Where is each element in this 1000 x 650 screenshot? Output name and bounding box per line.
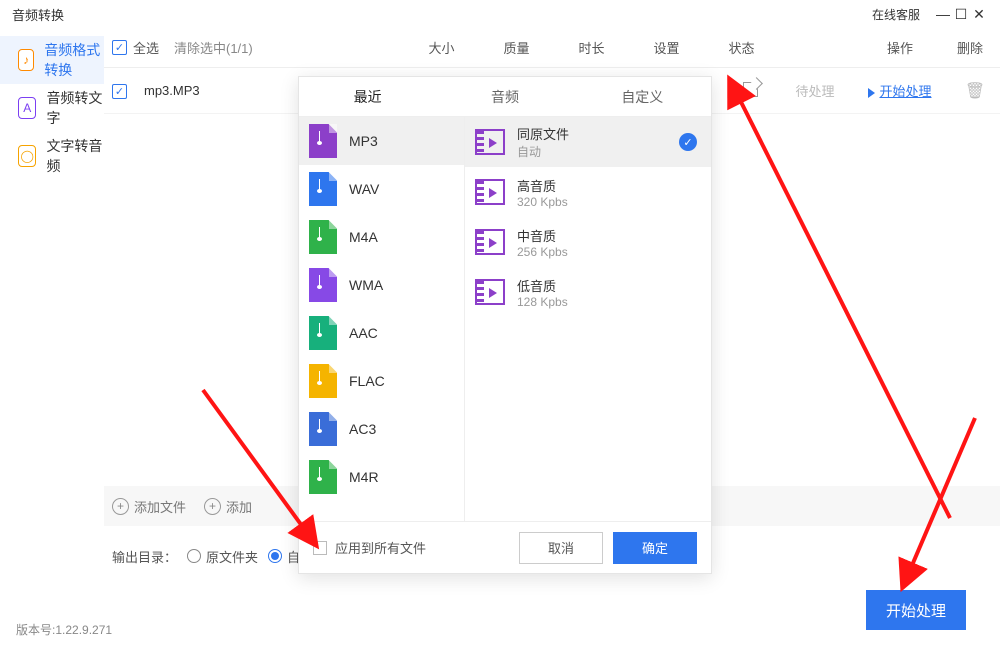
quality-title: 高音质 bbox=[517, 176, 697, 195]
apply-all-label: 应用到所有文件 bbox=[335, 538, 426, 557]
format-item-m4r[interactable]: M4R M4R bbox=[299, 453, 464, 501]
format-label: MP3 bbox=[349, 133, 378, 149]
quality-item[interactable]: 高音质320 Kpbs bbox=[465, 167, 711, 217]
radio-source-label: 原文件夹 bbox=[206, 547, 258, 566]
col-settings: 设置 bbox=[629, 38, 704, 57]
quality-sub: 256 Kpbs bbox=[517, 245, 697, 259]
check-icon: ✓ bbox=[679, 133, 697, 151]
plus-icon: + bbox=[112, 498, 129, 515]
online-service-link[interactable]: 在线客服 bbox=[872, 6, 920, 23]
music-note-icon: ♪ bbox=[18, 49, 34, 71]
plus-icon: + bbox=[204, 498, 221, 515]
format-item-flac[interactable]: FLAC FLAC bbox=[299, 357, 464, 405]
tab-custom[interactable]: 自定义 bbox=[574, 77, 711, 116]
apply-all-checkbox[interactable] bbox=[313, 541, 327, 555]
format-item-wav[interactable]: WAV WAV bbox=[299, 165, 464, 213]
video-file-icon bbox=[475, 229, 505, 255]
letter-a-icon: A bbox=[18, 97, 36, 119]
format-list[interactable]: MP3 MP3 WAV WAV M4A M4A WMA WMA AAC AAC FLAC FLAC AC… bbox=[299, 117, 464, 521]
file-action[interactable]: 开始处理 bbox=[850, 81, 950, 100]
quality-sub: 自动 bbox=[517, 143, 679, 160]
col-delete: 删除 bbox=[940, 38, 1000, 57]
video-file-icon bbox=[475, 279, 505, 305]
quality-item[interactable]: 中音质256 Kpbs bbox=[465, 217, 711, 267]
ok-button[interactable]: 确定 bbox=[613, 532, 697, 564]
format-item-aac[interactable]: AAC AAC bbox=[299, 309, 464, 357]
file-type-icon: AAC bbox=[309, 316, 337, 350]
quality-title: 同原文件 bbox=[517, 124, 679, 143]
quality-item[interactable]: 低音质128 Kpbs bbox=[465, 267, 711, 317]
format-label: M4R bbox=[349, 469, 379, 485]
play-icon bbox=[868, 88, 875, 98]
clear-selected-link[interactable]: 清除选中(1/1) bbox=[174, 38, 404, 57]
format-item-ac3[interactable]: AC3 AC3 bbox=[299, 405, 464, 453]
minimize-button[interactable]: — bbox=[934, 7, 952, 21]
sidebar: ♪ 音频格式转换 A 音频转文字 ◯ 文字转音频 bbox=[0, 28, 104, 588]
file-type-icon: WAV bbox=[309, 172, 337, 206]
select-all-checkbox[interactable] bbox=[112, 40, 127, 55]
format-item-wma[interactable]: WMA WMA bbox=[299, 261, 464, 309]
sidebar-item-text-to-audio[interactable]: ◯ 文字转音频 bbox=[0, 132, 104, 180]
col-status: 状态 bbox=[704, 38, 779, 57]
close-button[interactable]: ✕ bbox=[970, 7, 988, 21]
format-settings-popup: 最近 音频 自定义 MP3MP3WAVWAVM4AM4AWMAWMAAACAAC… bbox=[298, 76, 712, 574]
quality-title: 中音质 bbox=[517, 226, 697, 245]
output-label: 输出目录： bbox=[112, 547, 177, 566]
format-label: WAV bbox=[349, 181, 379, 197]
format-item-mp3[interactable]: MP3 MP3 bbox=[299, 117, 464, 165]
col-action: 操作 bbox=[860, 38, 940, 57]
col-size: 大小 bbox=[404, 38, 479, 57]
quality-title: 低音质 bbox=[517, 276, 697, 295]
file-type-icon: MP3 bbox=[309, 124, 337, 158]
video-file-icon bbox=[475, 129, 505, 155]
cancel-button[interactable]: 取消 bbox=[519, 532, 603, 564]
sidebar-item-audio-to-text[interactable]: A 音频转文字 bbox=[0, 84, 104, 132]
file-type-icon: FLAC bbox=[309, 364, 337, 398]
add-file-button[interactable]: + 添加文件 bbox=[112, 497, 186, 516]
delete-icon[interactable]: 🗑 bbox=[950, 81, 1000, 101]
video-file-icon bbox=[475, 179, 505, 205]
file-type-icon: M4A bbox=[309, 220, 337, 254]
maximize-button[interactable]: ☐ bbox=[952, 7, 970, 21]
tab-recent[interactable]: 最近 bbox=[299, 77, 436, 116]
quality-sub: 128 Kpbs bbox=[517, 295, 697, 309]
sidebar-item-label: 音频格式转换 bbox=[44, 40, 104, 80]
quality-list[interactable]: 同原文件自动✓高音质320 Kpbs中音质256 Kpbs低音质128 Kpbs bbox=[464, 117, 711, 521]
start-process-button[interactable]: 开始处理 bbox=[866, 590, 966, 630]
sidebar-item-format-convert[interactable]: ♪ 音频格式转换 bbox=[0, 36, 104, 84]
radio-custom-folder[interactable] bbox=[268, 549, 282, 563]
file-type-icon: M4R bbox=[309, 460, 337, 494]
window-title: 音频转换 bbox=[12, 5, 64, 24]
col-duration: 时长 bbox=[554, 38, 629, 57]
waveform-icon: ◯ bbox=[18, 145, 36, 167]
sidebar-item-label: 文字转音频 bbox=[46, 136, 104, 176]
file-type-icon: AC3 bbox=[309, 412, 337, 446]
format-label: WMA bbox=[349, 277, 383, 293]
select-all-label: 全选 bbox=[133, 38, 159, 57]
edit-icon[interactable] bbox=[743, 82, 758, 97]
file-checkbox[interactable] bbox=[112, 84, 127, 99]
file-type-icon: WMA bbox=[309, 268, 337, 302]
col-quality: 质量 bbox=[479, 38, 554, 57]
format-item-m4a[interactable]: M4A M4A bbox=[299, 213, 464, 261]
file-status: 待处理 bbox=[780, 81, 850, 100]
quality-sub: 320 Kpbs bbox=[517, 195, 697, 209]
format-label: M4A bbox=[349, 229, 378, 245]
version-label: 版本号:1.22.9.271 bbox=[16, 621, 112, 638]
quality-item[interactable]: 同原文件自动✓ bbox=[465, 117, 711, 167]
format-label: FLAC bbox=[349, 373, 385, 389]
sidebar-item-label: 音频转文字 bbox=[46, 88, 104, 128]
column-header: 全选 清除选中(1/1) 大小 质量 时长 设置 状态 操作 删除 bbox=[104, 28, 1000, 68]
format-label: AC3 bbox=[349, 421, 376, 437]
tab-audio[interactable]: 音频 bbox=[436, 77, 573, 116]
add-more-button[interactable]: + 添加 bbox=[204, 497, 252, 516]
format-label: AAC bbox=[349, 325, 378, 341]
radio-source-folder[interactable] bbox=[187, 549, 201, 563]
